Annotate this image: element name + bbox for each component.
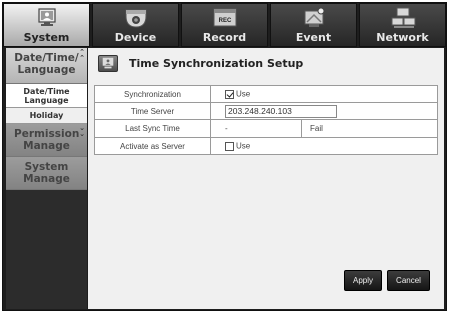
time-server-value	[210, 102, 438, 120]
tab-network[interactable]: Network	[359, 3, 446, 47]
activate-as-server-value: Use	[210, 137, 438, 155]
table-row: Activate as Server Use	[94, 137, 438, 155]
chevron-down-icon: ⌄ ⌄	[79, 124, 85, 138]
page-title: Time Synchronization Setup	[129, 57, 304, 70]
last-sync-time-value: - Fail	[210, 119, 438, 138]
sidebar-item-system-manage[interactable]: System Manage	[6, 157, 87, 190]
sync-status-text: Fail	[301, 120, 437, 137]
sidebar-item-permission-manage[interactable]: ⌄ ⌄ Permission Manage	[6, 124, 87, 157]
sidebar-subitem-label: Date/Time Language	[23, 87, 70, 105]
sidebar-item-label: System Manage	[23, 161, 70, 185]
system-icon	[37, 8, 56, 26]
synchronization-label: Synchronization	[94, 85, 211, 103]
tab-device[interactable]: Device	[92, 3, 179, 47]
activate-as-server-label: Activate as Server	[94, 137, 211, 155]
sidebar-item-date-time-language[interactable]: ⌃ ⌃ Date/Time/ Language	[6, 48, 87, 84]
sidebar: ⌃ ⌃ Date/Time/ Language Date/Time Languag…	[6, 48, 87, 309]
system-settings-icon	[98, 55, 118, 72]
time-server-label: Time Server	[94, 102, 211, 120]
event-icon	[304, 7, 324, 27]
tab-label: Record	[202, 31, 247, 44]
cancel-button[interactable]: Cancel	[387, 270, 430, 291]
tab-record[interactable]: REC Record	[181, 3, 268, 47]
sidebar-subitem-label: Holiday	[29, 111, 64, 120]
last-sync-time-label: Last Sync Time	[94, 119, 211, 138]
main-tab-bar: System Device REC Record Event Network	[3, 3, 446, 47]
tab-label: System	[23, 31, 70, 44]
tab-event[interactable]: Event	[270, 3, 357, 47]
table-row: Time Server	[94, 102, 438, 120]
tab-system[interactable]: System	[3, 3, 90, 47]
camera-icon	[125, 9, 146, 28]
synchronization-value: Use	[210, 85, 438, 103]
table-row: Synchronization Use	[94, 85, 438, 103]
record-icon: REC	[213, 8, 236, 27]
last-sync-time-text: -	[225, 124, 228, 133]
sidebar-item-label: Date/Time/ Language	[14, 52, 79, 76]
synchronization-use-label: Use	[236, 89, 251, 99]
activate-as-server-checkbox[interactable]	[225, 141, 234, 151]
activate-use-label: Use	[236, 141, 251, 151]
sidebar-subitem-date-time-language[interactable]: Date/Time Language	[6, 84, 87, 108]
sidebar-item-label: Permission Manage	[14, 128, 80, 152]
chevron-up-icon: ⌃ ⌃	[79, 48, 85, 62]
settings-table: Synchronization Use Time Server Last Syn…	[94, 85, 438, 155]
apply-button[interactable]: Apply	[344, 270, 382, 291]
table-row: Last Sync Time - Fail	[94, 119, 438, 138]
synchronization-checkbox[interactable]	[225, 89, 234, 99]
network-icon	[391, 7, 415, 28]
record-icon-text: REC	[218, 18, 231, 24]
tab-label: Network	[376, 31, 429, 44]
sidebar-subitem-holiday[interactable]: Holiday	[6, 108, 87, 124]
tab-label: Event	[295, 31, 332, 44]
main-panel: Time Synchronization Setup Synchronizati…	[88, 48, 444, 309]
time-server-input[interactable]	[225, 104, 337, 118]
tab-label: Device	[114, 31, 157, 44]
